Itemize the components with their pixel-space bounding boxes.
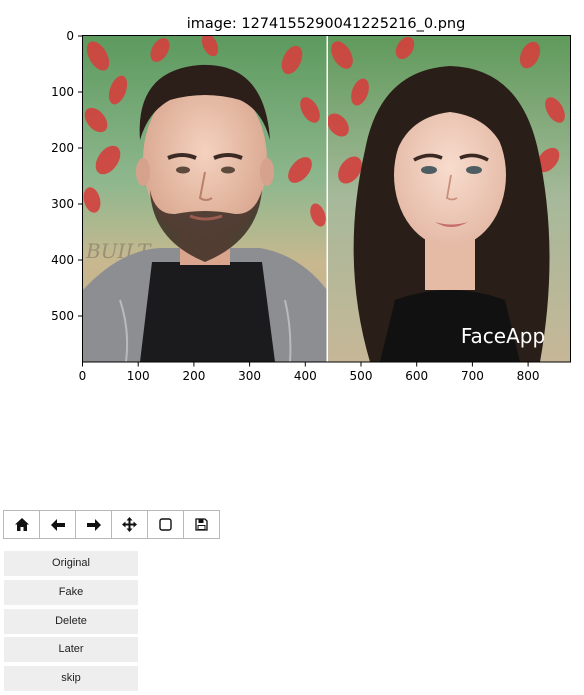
x-tick-label: 800	[517, 369, 540, 383]
y-tick-label: 100	[51, 85, 74, 99]
x-tick-label: 700	[461, 369, 484, 383]
x-tick-label: 0	[79, 369, 87, 383]
fake-button[interactable]: Fake	[4, 579, 138, 605]
save-figure-icon	[195, 518, 208, 531]
faceapp-watermark: FaceApp	[461, 324, 545, 348]
y-tick-label: 300	[51, 197, 74, 211]
x-tick-label: 500	[350, 369, 373, 383]
original-button[interactable]: Original	[4, 551, 138, 576]
x-tick-label: 200	[182, 369, 205, 383]
later-button[interactable]: Later	[4, 637, 138, 663]
left-face-image: BUILT	[83, 36, 327, 362]
right-face-image	[328, 36, 570, 362]
x-axis: 0 100 200 300 400 500 600 700 800	[79, 362, 540, 383]
x-tick-label: 600	[405, 369, 428, 383]
x-tick-label: 400	[294, 369, 317, 383]
home-button[interactable]	[3, 510, 40, 539]
x-tick-label: 100	[127, 369, 150, 383]
skip-button[interactable]: skip	[4, 666, 138, 691]
pan-move-icon	[122, 517, 137, 532]
pan-button[interactable]	[111, 510, 148, 539]
y-tick-label: 200	[51, 141, 74, 155]
zoom-rect-icon	[159, 518, 172, 531]
delete-button[interactable]: Delete	[4, 608, 138, 634]
y-axis: 0 100 200 300 400 500	[51, 29, 83, 323]
label-actions: Original Fake Delete Later skip	[4, 551, 138, 695]
x-tick-label: 300	[238, 369, 261, 383]
plot-title: image: 1274155290041225216_0.png	[187, 16, 466, 32]
save-button[interactable]	[183, 510, 220, 539]
y-tick-label: 0	[66, 29, 74, 43]
y-tick-label: 400	[51, 253, 74, 267]
matplotlib-figure: image: 1274155290041225216_0.png BUILT F…	[51, 16, 571, 383]
back-button[interactable]	[39, 510, 76, 539]
navigation-toolbar	[3, 510, 220, 539]
y-tick-label: 500	[51, 309, 74, 323]
forward-arrow-icon	[86, 518, 101, 531]
zoom-button[interactable]	[147, 510, 184, 539]
back-arrow-icon	[50, 518, 65, 531]
forward-button[interactable]	[75, 510, 112, 539]
home-icon	[14, 518, 29, 531]
